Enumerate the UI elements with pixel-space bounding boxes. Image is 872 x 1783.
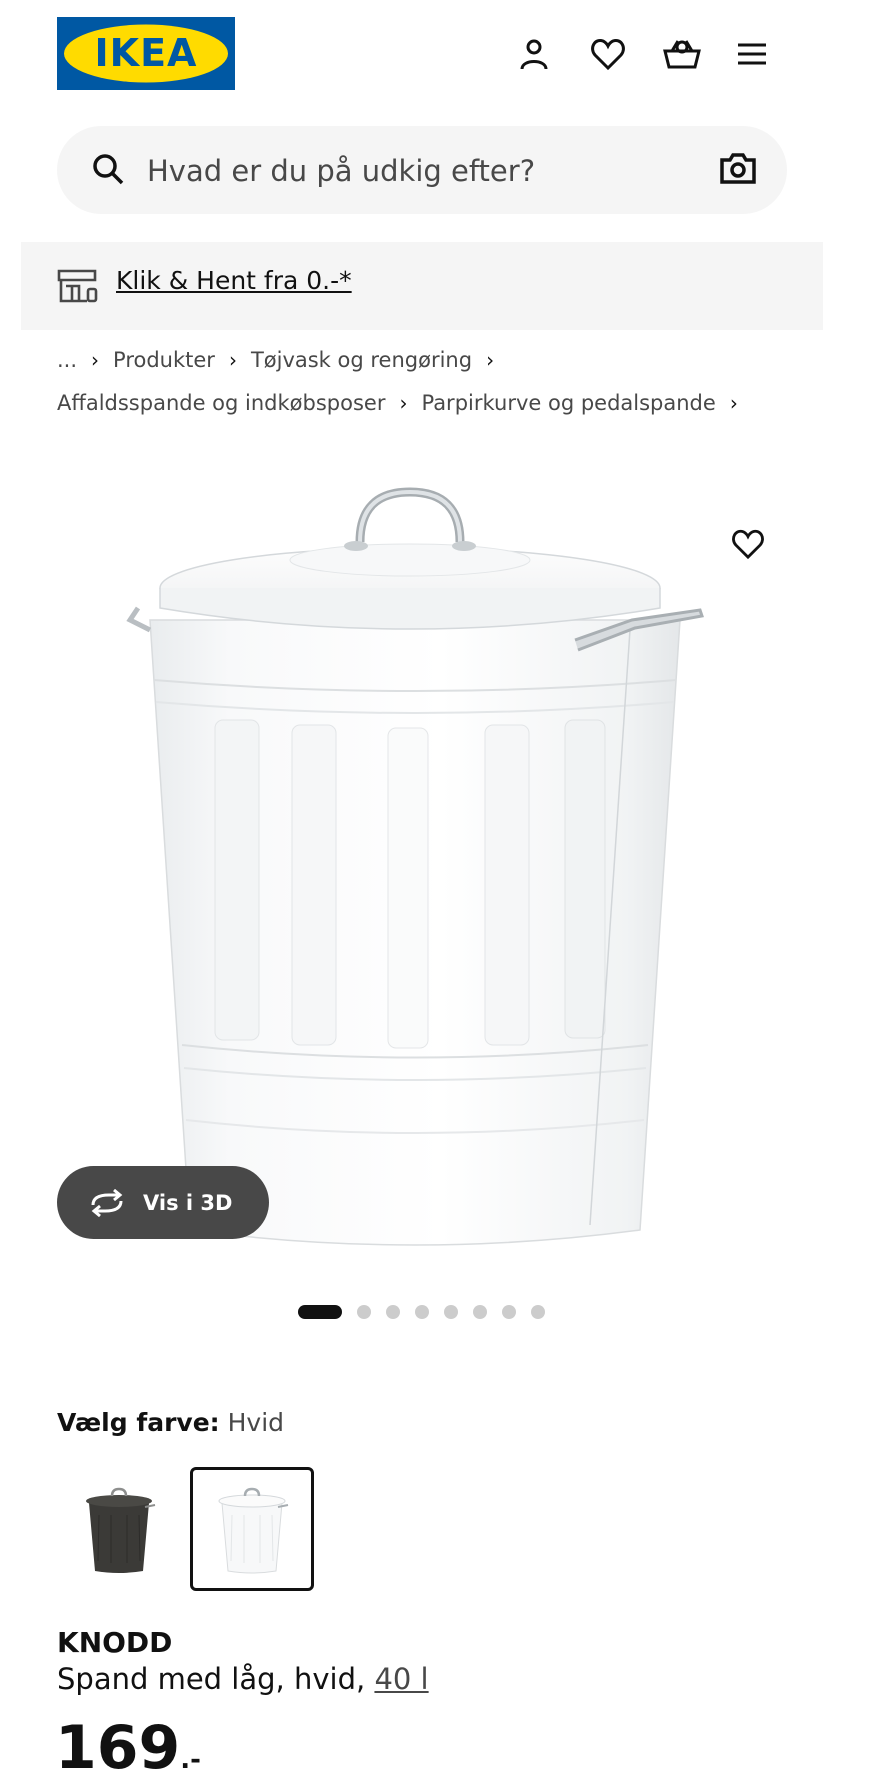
product-description-text: Spand med låg, hvid, xyxy=(57,1662,366,1696)
image-carousel-indicator xyxy=(298,1304,560,1320)
view-3d-label: Vis i 3D xyxy=(143,1190,233,1215)
chevron-right-icon: › xyxy=(399,391,408,415)
breadcrumb-item-tojvask[interactable]: Tøjvask og rengøring xyxy=(251,348,472,372)
click-collect-link[interactable]: Klik & Hent fra 0.-* xyxy=(116,266,352,295)
color-chooser-label: Vælg farve: Hvid xyxy=(57,1408,284,1437)
carousel-dot-5[interactable] xyxy=(444,1305,458,1319)
chevron-right-icon: › xyxy=(91,348,100,372)
chevron-right-icon: › xyxy=(228,348,237,372)
view-3d-button[interactable]: Vis i 3D xyxy=(57,1166,269,1239)
camera-icon[interactable] xyxy=(719,150,757,191)
color-swatch-white[interactable] xyxy=(190,1467,314,1591)
carousel-dot-4[interactable] xyxy=(415,1305,429,1319)
carousel-dot-8[interactable] xyxy=(531,1305,545,1319)
search-icon[interactable] xyxy=(91,152,125,191)
breadcrumb: ... › Produkter › Tøjvask og rengøring › xyxy=(57,348,508,372)
store-pickup-icon xyxy=(57,268,99,309)
search-bar[interactable] xyxy=(57,126,787,214)
price-suffix: .- xyxy=(180,1745,201,1775)
product-size-link[interactable]: 40 l xyxy=(374,1662,428,1696)
rotate-3d-icon xyxy=(89,1188,125,1217)
click-collect-banner: Klik & Hent fra 0.-* xyxy=(21,242,823,330)
selected-color-value: Hvid xyxy=(227,1408,285,1437)
heart-icon[interactable] xyxy=(586,32,630,76)
breadcrumb-item-produkter[interactable]: Produkter xyxy=(113,348,215,372)
breadcrumb-item-ellipsis[interactable]: ... xyxy=(57,348,77,372)
carousel-dot-6[interactable] xyxy=(473,1305,487,1319)
add-to-favourites-icon[interactable] xyxy=(726,522,770,566)
chevron-right-icon: › xyxy=(729,391,738,415)
color-swatch-dark-grey[interactable] xyxy=(57,1467,181,1591)
menu-icon[interactable] xyxy=(730,32,774,76)
chevron-right-icon: › xyxy=(486,348,495,372)
product-price: 169.- xyxy=(55,1718,201,1778)
carousel-dot-2[interactable] xyxy=(357,1305,371,1319)
profile-icon[interactable] xyxy=(512,32,556,76)
ikea-logo[interactable]: IKEA xyxy=(57,17,235,90)
product-image[interactable] xyxy=(120,470,720,1260)
basket-icon[interactable] xyxy=(660,32,704,76)
carousel-dot-3[interactable] xyxy=(386,1305,400,1319)
search-input[interactable] xyxy=(145,148,669,194)
carousel-dot-1[interactable] xyxy=(298,1305,342,1319)
color-label: Vælg farve: xyxy=(57,1408,220,1437)
product-name: KNODD xyxy=(57,1626,173,1659)
carousel-dot-7[interactable] xyxy=(502,1305,516,1319)
logo-wordmark: IKEA xyxy=(95,31,198,75)
breadcrumb-item-affaldsspande[interactable]: Affaldsspande og indkøbsposer xyxy=(57,391,385,415)
product-description: Spand med låg, hvid, 40 l xyxy=(57,1662,429,1696)
breadcrumb-line-2: Affaldsspande og indkøbsposer › Parpirkurv… xyxy=(57,391,752,415)
price-value: 169 xyxy=(55,1713,181,1783)
breadcrumb-item-parpirkurve[interactable]: Parpirkurve og pedalspande xyxy=(421,391,715,415)
